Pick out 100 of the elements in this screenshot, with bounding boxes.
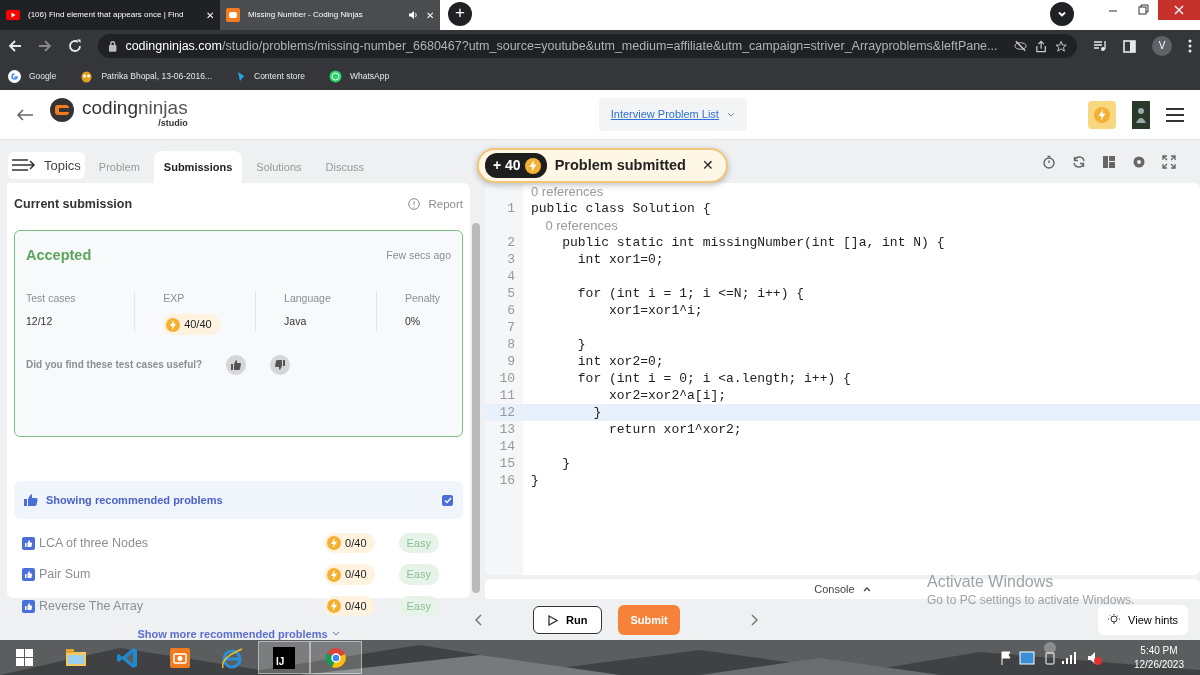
camera-icon[interactable] xyxy=(168,645,192,670)
timer-icon[interactable] xyxy=(1042,154,1056,169)
view-hints-button[interactable]: View hints xyxy=(1098,604,1188,636)
section-title: Current submission xyxy=(14,196,133,213)
next-icon[interactable] xyxy=(749,614,758,626)
reload-icon[interactable] xyxy=(68,39,82,53)
line-number: 8 xyxy=(506,336,516,353)
exp-badge: 0/40 xyxy=(324,532,375,554)
logo-text: codingninjas xyxy=(82,98,188,118)
thumbs-up-icon[interactable] xyxy=(226,354,247,375)
stat-label: Language xyxy=(284,290,332,306)
scrollbar[interactable] xyxy=(472,223,480,593)
close-button[interactable]: ✕ xyxy=(701,155,714,176)
back-icon[interactable] xyxy=(16,107,34,122)
stat-value: 0% xyxy=(405,314,422,330)
menu-icon[interactable] xyxy=(1166,106,1184,123)
code-editor-icon[interactable] xyxy=(116,645,140,670)
chrome-icon[interactable] xyxy=(324,645,348,670)
status-text: Accepted xyxy=(26,245,92,265)
stat-label: Penalty xyxy=(405,290,442,306)
speaker-icon xyxy=(408,10,418,20)
star-icon[interactable] xyxy=(1054,39,1067,53)
line-number: 4 xyxy=(506,268,516,285)
close-button[interactable]: ✕ xyxy=(426,7,434,23)
logo-icon xyxy=(50,98,74,123)
activation-title: Activate Windows xyxy=(927,572,1055,592)
show-more-link[interactable]: Show more recommended problems xyxy=(137,625,328,643)
info-icon xyxy=(408,198,421,211)
media-icon[interactable] xyxy=(1093,40,1107,52)
avatar[interactable] xyxy=(1132,100,1150,129)
bookmark[interactable]: Patrika Bhopal, 13-06-2016... xyxy=(80,69,212,83)
chevron-down-icon xyxy=(331,631,340,637)
sidebar-icon[interactable] xyxy=(1123,39,1136,53)
address-bar[interactable]: codingninjas.com/studio/problems/missing-number_6680467?utm_source=youtube&utm_medium=affiliate&utm_campaign=striver_Arrayproblems&leftPane... xyxy=(98,34,1077,58)
checkbox[interactable] xyxy=(442,494,453,506)
intellij-icon[interactable]: IJ xyxy=(273,646,295,669)
profile-button[interactable]: V xyxy=(1152,36,1172,56)
line-number: 6 xyxy=(506,302,516,319)
line-number: 9 xyxy=(506,353,516,370)
topics-button[interactable]: Topics xyxy=(8,151,85,179)
line-number: 10 xyxy=(498,370,516,387)
clock-time[interactable]: 5:40 PM xyxy=(1133,643,1184,658)
menu-icon[interactable] xyxy=(1188,39,1192,53)
line-number: 2 xyxy=(506,234,516,251)
logo-subtitle: /studio xyxy=(158,118,188,131)
code-line: xor2=xor2^a[i]; xyxy=(608,387,727,404)
site-icon xyxy=(226,8,240,22)
lightning-icon xyxy=(327,567,342,582)
console-toggle[interactable]: Console xyxy=(814,580,855,598)
layout-icon[interactable] xyxy=(1102,154,1116,169)
code-line: return xor1^xor2; xyxy=(608,421,742,438)
line-number: 3 xyxy=(506,251,516,268)
lock-icon xyxy=(108,40,118,52)
play-icon xyxy=(548,614,558,626)
owl-icon xyxy=(80,69,94,83)
exp-badge: 0/40 xyxy=(324,564,375,585)
thumbs-up-icon xyxy=(24,494,38,506)
forward-icon[interactable] xyxy=(38,39,52,53)
clock-date[interactable]: 12/26/2023 xyxy=(1133,657,1184,672)
browser-tab[interactable]: Missing Number - Coding Ninjas ✕ xyxy=(220,0,440,30)
eye-off-icon[interactable] xyxy=(1013,40,1027,52)
code-line: int xor1=0; xyxy=(576,251,664,268)
code-line: } xyxy=(592,404,602,421)
lightning-icon xyxy=(1094,106,1110,123)
thumbs-down-icon[interactable] xyxy=(270,354,291,375)
difficulty-tag: Easy xyxy=(398,564,439,585)
browser-icon[interactable] xyxy=(220,645,244,670)
new-tab-button[interactable]: + xyxy=(448,2,472,26)
code-line: xor1=xor1^i; xyxy=(608,302,703,319)
stat-value: Java xyxy=(284,314,308,330)
checkmark-icon xyxy=(443,496,452,504)
lightning-icon xyxy=(166,317,181,332)
problem-list-dropdown[interactable]: Interview Problem List xyxy=(598,98,747,131)
bookmark[interactable]: Content store xyxy=(236,69,306,83)
code-line: } xyxy=(576,336,586,353)
lightning-icon xyxy=(524,157,541,174)
time-text: Few secs ago xyxy=(386,247,451,263)
line-number: 11 xyxy=(498,387,516,404)
run-button[interactable]: Run xyxy=(533,605,603,635)
panel-tab[interactable]: Submissions xyxy=(153,150,243,183)
line-number: 12 xyxy=(498,404,516,421)
exp-badge: 40/40 xyxy=(163,314,220,335)
settings-icon[interactable] xyxy=(1132,154,1146,169)
refresh-icon[interactable] xyxy=(1072,154,1086,169)
browser-tab[interactable]: (106) Find element that appears once | Find ✕ xyxy=(0,0,220,30)
share-icon[interactable] xyxy=(1034,39,1047,53)
bookmark[interactable]: WhatsApp xyxy=(329,69,390,83)
close-button[interactable]: ✕ xyxy=(206,7,214,23)
bookmark[interactable]: Google xyxy=(8,69,57,83)
lightning-icon xyxy=(327,599,342,613)
code-line: int xor2=0; xyxy=(576,353,664,370)
stat-label: EXP xyxy=(163,290,186,306)
line-number: 1 xyxy=(506,200,516,217)
previous-icon[interactable] xyxy=(475,614,483,626)
difficulty-tag: Easy xyxy=(398,532,439,554)
lightning-icon xyxy=(327,536,342,550)
chevron-down-icon xyxy=(1057,9,1067,19)
difficulty-tag: Easy xyxy=(398,595,439,617)
tab-search-button[interactable] xyxy=(1050,2,1074,26)
fullscreen-icon[interactable] xyxy=(1162,154,1176,169)
